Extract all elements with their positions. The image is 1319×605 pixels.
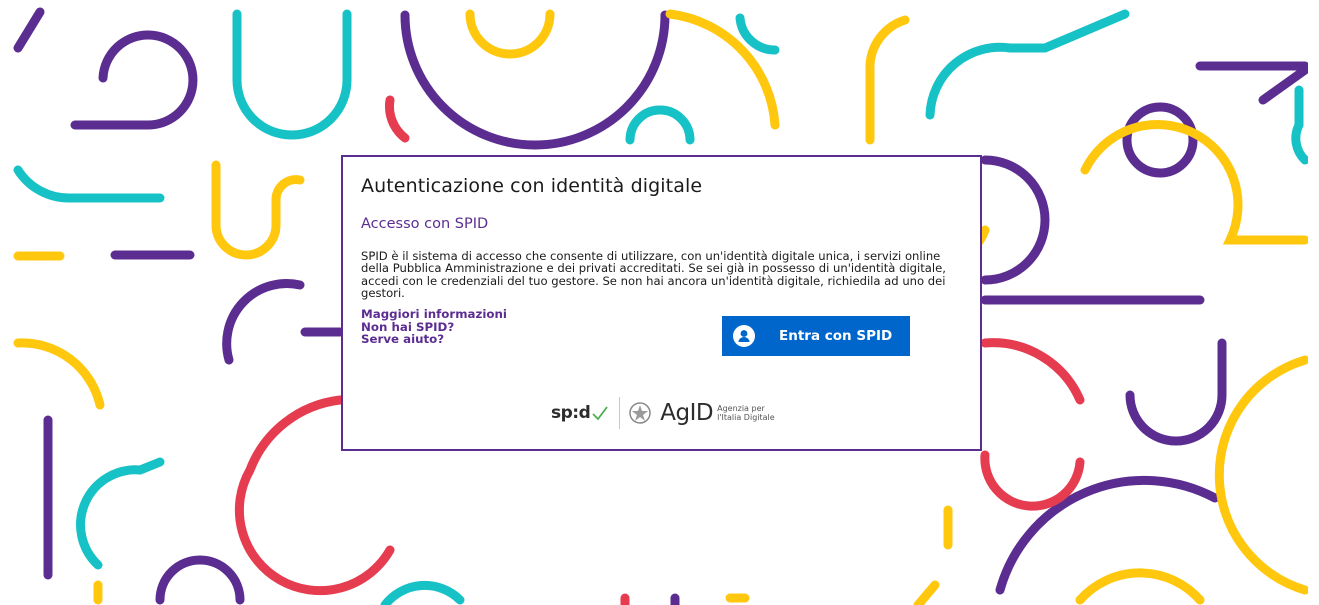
spid-logo-text: sp:d bbox=[551, 403, 591, 423]
agid-subtitle: Agenzia per l'Italia Digitale bbox=[717, 404, 775, 422]
login-spid-button[interactable]: Entra con SPID bbox=[722, 316, 910, 356]
spid-logo: sp:d bbox=[551, 403, 609, 423]
dialog-description: SPID è il sistema di accesso che consent… bbox=[361, 249, 946, 301]
right-edge-strip bbox=[1308, 0, 1319, 605]
logo-divider bbox=[619, 397, 621, 429]
agid-subtitle-line1: Agenzia per bbox=[717, 404, 765, 413]
login-page: Autenticazione con identità digitale Acc… bbox=[0, 0, 1319, 605]
dialog-title: Autenticazione con identità digitale bbox=[361, 175, 703, 197]
italian-emblem-icon bbox=[629, 402, 652, 424]
more-info-link[interactable]: Maggiori informazioni bbox=[361, 308, 507, 321]
help-links: Maggiori informazioni Non hai SPID? Serv… bbox=[361, 308, 507, 346]
auth-dialog: Autenticazione con identità digitale Acc… bbox=[341, 155, 982, 451]
login-spid-button-label: Entra con SPID bbox=[779, 328, 893, 344]
dialog-subtitle: Accesso con SPID bbox=[361, 216, 489, 232]
agid-logo-text: AgID bbox=[660, 400, 714, 426]
partner-logos: sp:d AgID Agenzia per l'Italia Digitale bbox=[551, 393, 775, 433]
spid-check-icon bbox=[592, 406, 608, 421]
user-icon bbox=[733, 325, 755, 347]
help-link[interactable]: Serve aiuto? bbox=[361, 333, 507, 346]
agid-subtitle-line2: l'Italia Digitale bbox=[717, 413, 775, 422]
